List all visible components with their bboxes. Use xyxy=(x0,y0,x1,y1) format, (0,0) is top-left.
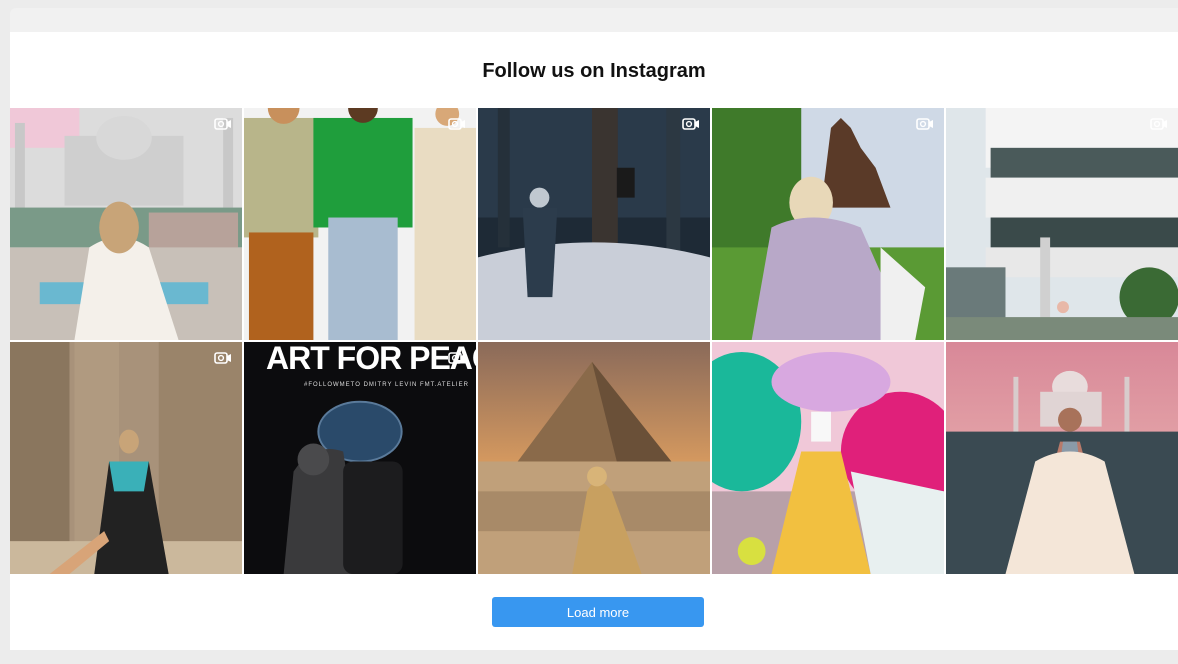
post-image xyxy=(478,108,710,340)
video-camera-icon xyxy=(916,118,933,130)
post-image xyxy=(244,108,476,340)
post-subline: #FOLLOWMETO DMITRY LEVIN FMT.ATELIER xyxy=(304,382,469,388)
video-camera-icon xyxy=(448,118,465,130)
instagram-post-10[interactable] xyxy=(946,342,1178,574)
instagram-post-2[interactable] xyxy=(244,108,476,340)
instagram-post-5[interactable] xyxy=(946,108,1178,340)
video-camera-icon xyxy=(214,118,231,130)
instagram-post-8[interactable] xyxy=(478,342,710,574)
post-image xyxy=(946,342,1178,574)
post-image xyxy=(712,108,944,340)
load-more-button[interactable]: Load more xyxy=(492,597,704,627)
post-image xyxy=(946,108,1178,340)
instagram-post-9[interactable] xyxy=(712,342,944,574)
video-camera-icon xyxy=(214,352,231,364)
instagram-feed-section: Follow us on Instagram ART FOR PEA #FOLL… xyxy=(10,32,1178,650)
instagram-post-7[interactable]: ART FOR PEACE #FOLLOWMETO DMITRY LEVIN F… xyxy=(244,342,476,574)
post-image xyxy=(712,342,944,574)
instagram-post-1[interactable] xyxy=(10,108,242,340)
post-image xyxy=(478,342,710,574)
post-image xyxy=(10,342,242,574)
section-title: Follow us on Instagram xyxy=(482,60,706,82)
post-headline: ART FOR PEACE xyxy=(266,342,476,376)
video-camera-icon xyxy=(448,352,465,364)
video-camera-icon xyxy=(682,118,699,130)
video-camera-icon xyxy=(1150,118,1167,130)
instagram-post-3[interactable] xyxy=(478,108,710,340)
post-image xyxy=(10,108,242,340)
instagram-post-6[interactable] xyxy=(10,342,242,574)
instagram-post-4[interactable] xyxy=(712,108,944,340)
instagram-grid: ART FOR PEACE #FOLLOWMETO DMITRY LEVIN F… xyxy=(10,108,1178,574)
top-bar xyxy=(10,8,1178,32)
